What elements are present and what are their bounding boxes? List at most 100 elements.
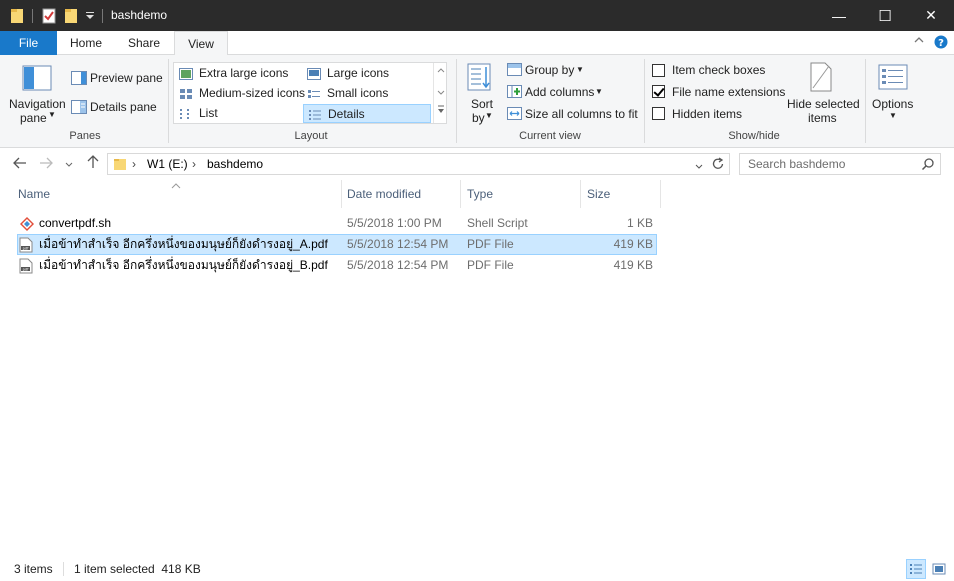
size-columns-icon — [507, 107, 522, 123]
new-folder-icon[interactable] — [64, 7, 78, 24]
column-header-label: Name — [18, 187, 51, 201]
layout-item-label: Large icons — [327, 66, 390, 80]
navigation-pane-button-line2[interactable]: pane — [20, 111, 47, 125]
properties-icon[interactable] — [42, 7, 56, 24]
options-button[interactable]: Options — [872, 97, 913, 111]
extra-large-icons-icon — [179, 67, 193, 80]
panes-group-label: Panes — [69, 130, 101, 142]
small-icons-icon — [307, 87, 321, 99]
chevron-down-icon: ▼ — [889, 111, 897, 120]
tab-share[interactable]: Share — [116, 31, 172, 55]
file-name-extensions-label[interactable]: File name extensions — [672, 85, 785, 99]
table-row[interactable]: pdf เมื่อข้าทำสำเร็จ อีกครึ่งหนึ่งของมนุ… — [17, 234, 657, 255]
add-columns-icon — [507, 85, 522, 101]
refresh-icon[interactable] — [711, 157, 725, 174]
layout-extra-large-icons[interactable]: Extra large icons — [175, 64, 303, 83]
details-pane-button[interactable]: Details pane — [90, 100, 157, 114]
sort-by-button-line2[interactable]: by — [472, 111, 485, 125]
layout-item-label: Small icons — [327, 86, 389, 100]
separator — [644, 59, 645, 143]
breadcrumb-separator-icon[interactable]: › — [132, 157, 136, 171]
group-by-button[interactable]: Group by — [525, 63, 574, 77]
recent-locations-button[interactable] — [63, 155, 75, 173]
column-header-date-modified[interactable]: Date modified — [341, 180, 461, 208]
preview-pane-button[interactable]: Preview pane — [90, 71, 163, 85]
column-header-name[interactable]: Name — [12, 180, 342, 208]
file-type: Shell Script — [467, 216, 528, 230]
folder-icon[interactable] — [10, 7, 24, 24]
chevron-down-icon: ▼ — [576, 65, 584, 74]
address-bar[interactable]: › W1 (E:) › bashdemo — [107, 153, 730, 175]
layout-gallery: Extra large icons Large icons Medium-siz… — [173, 62, 447, 124]
file-name: เมื่อข้าทำสำเร็จ อีกครึ่งหนึ่งของมนุษย์ก… — [39, 237, 328, 251]
layout-large-icons[interactable]: Large icons — [303, 64, 431, 83]
sort-by-button[interactable]: Sort — [471, 97, 493, 111]
file-size: 1 KB — [626, 216, 653, 230]
back-button[interactable] — [11, 155, 29, 173]
help-icon[interactable]: ? — [934, 35, 948, 52]
large-icons-view-toggle[interactable] — [930, 560, 948, 578]
details-view-toggle[interactable] — [906, 559, 926, 579]
up-button[interactable] — [84, 155, 102, 173]
address-dropdown-icon[interactable] — [694, 160, 704, 174]
layout-medium-icons[interactable]: Medium-sized icons — [175, 84, 305, 103]
tab-view[interactable]: View — [174, 31, 228, 56]
layout-scroll[interactable] — [433, 63, 447, 123]
hide-selected-items-icon[interactable] — [809, 62, 833, 95]
hide-selected-items-button[interactable]: Hide selected — [787, 97, 860, 111]
details-pane-icon — [71, 100, 87, 117]
large-icons-icon — [307, 67, 321, 80]
breadcrumb-folder[interactable]: bashdemo — [207, 157, 263, 171]
search-icon[interactable] — [921, 157, 935, 174]
size-all-columns-button[interactable]: Size all columns to fit — [525, 107, 638, 121]
preview-pane-icon — [71, 71, 87, 88]
close-button[interactable]: ✕ — [908, 0, 954, 31]
hidden-items-checkbox[interactable] — [652, 107, 665, 120]
list-icon — [179, 107, 193, 119]
file-date: 5/5/2018 1:00 PM — [347, 216, 442, 230]
item-check-boxes-checkbox[interactable] — [652, 64, 665, 77]
hidden-items-label[interactable]: Hidden items — [672, 107, 742, 121]
file-type: PDF File — [467, 237, 514, 251]
customize-toolbar-icon[interactable] — [85, 10, 95, 27]
separator — [168, 59, 169, 143]
chevron-down-icon: ▼ — [485, 111, 493, 120]
address-row: › W1 (E:) › bashdemo — [0, 149, 954, 179]
forward-button[interactable] — [37, 155, 55, 173]
layout-small-icons[interactable]: Small icons — [303, 84, 431, 103]
layout-list[interactable]: List — [175, 104, 303, 123]
navigation-pane-button[interactable]: Navigation — [9, 97, 66, 111]
navigation-pane-icon[interactable] — [22, 65, 52, 94]
separator — [865, 59, 866, 143]
sort-ascending-icon — [171, 171, 181, 199]
file-date: 5/5/2018 12:54 PM — [347, 237, 449, 251]
file-size: 419 KB — [613, 258, 653, 272]
tab-home[interactable]: Home — [58, 31, 114, 55]
table-row[interactable]: convertpdf.sh 5/5/2018 1:00 PM Shell Scr… — [17, 213, 657, 234]
search-input[interactable] — [748, 154, 918, 174]
sort-by-icon[interactable] — [467, 62, 495, 95]
separator — [102, 9, 103, 23]
minimize-button[interactable]: — — [816, 0, 862, 31]
file-name-extensions-checkbox[interactable] — [652, 85, 665, 98]
shell-script-icon — [19, 216, 35, 235]
svg-text:?: ? — [938, 38, 944, 49]
breadcrumb-separator-icon[interactable]: › — [192, 157, 196, 171]
medium-icons-icon — [179, 87, 193, 99]
search-box[interactable] — [739, 153, 941, 175]
layout-details[interactable]: Details — [303, 104, 431, 123]
tab-file[interactable]: File — [0, 31, 57, 55]
current-view-group-label: Current view — [519, 130, 581, 142]
breadcrumb-drive[interactable]: W1 (E:) — [147, 157, 188, 171]
collapse-ribbon-icon[interactable] — [914, 35, 924, 48]
hide-selected-items-button-line2[interactable]: items — [808, 111, 837, 125]
item-check-boxes-label[interactable]: Item check boxes — [672, 63, 765, 77]
options-icon[interactable] — [878, 64, 908, 93]
table-row[interactable]: pdf เมื่อข้าทำสำเร็จ อีกครึ่งหนึ่งของมนุ… — [17, 255, 657, 276]
status-bar: 3 items 1 item selected 418 KB — [0, 558, 954, 581]
file-type: PDF File — [467, 258, 514, 272]
column-header-size[interactable]: Size — [581, 180, 661, 208]
column-header-type[interactable]: Type — [461, 180, 581, 208]
maximize-button[interactable]: ☐ — [862, 0, 908, 31]
add-columns-button[interactable]: Add columns — [525, 85, 594, 99]
